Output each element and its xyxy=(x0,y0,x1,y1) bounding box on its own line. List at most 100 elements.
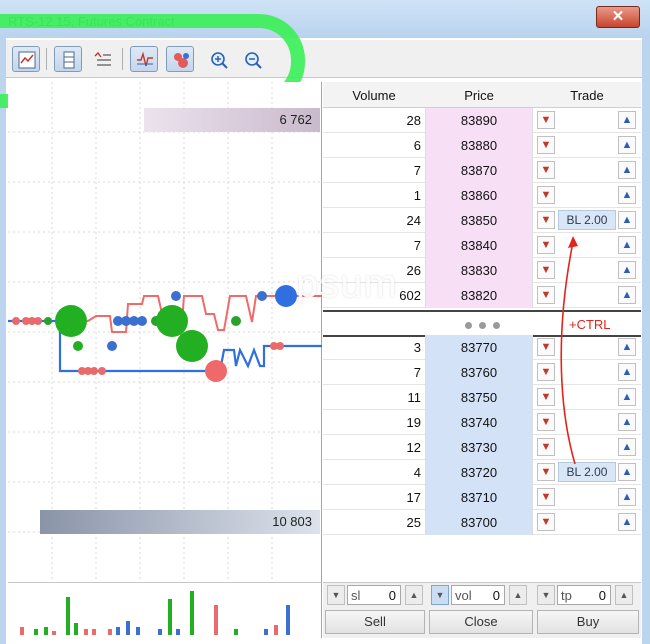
row-price[interactable]: 83730 xyxy=(425,435,533,460)
header-trade: Trade xyxy=(570,88,604,103)
bid-row: 11 83750 ▼ ▲ xyxy=(323,385,641,410)
spread-row: +CTRL xyxy=(323,310,641,337)
sell-at-price-button[interactable]: ▼ xyxy=(537,488,555,506)
tp-increase-button[interactable]: ▲ xyxy=(615,585,633,605)
row-volume: 7 xyxy=(413,163,421,178)
sell-at-price-button[interactable]: ▼ xyxy=(537,513,555,531)
buy-at-price-button[interactable]: ▲ xyxy=(618,413,636,431)
bid-row: 4 83720 ▼ BL 2.00 ▲ xyxy=(323,460,641,485)
ask-row: 7 83870 ▼ ▲ xyxy=(323,158,641,183)
drag-arrow xyxy=(560,236,578,465)
row-price[interactable]: 83890 xyxy=(425,108,533,133)
pending-order[interactable]: BL 2.00 xyxy=(558,210,616,230)
row-volume: 4 xyxy=(413,465,421,480)
buy-at-price-button[interactable]: ▲ xyxy=(618,338,636,356)
depth-header: Volume Price Trade xyxy=(323,82,641,108)
header-volume: Volume xyxy=(352,88,396,103)
row-price[interactable]: 83720 xyxy=(425,460,533,485)
close-button[interactable]: ✕ xyxy=(596,6,640,28)
buy-at-price-button[interactable]: ▲ xyxy=(618,488,636,506)
row-volume: 6 xyxy=(413,138,421,153)
ask-row: 6 83880 ▼ ▲ xyxy=(323,133,641,158)
row-price[interactable]: 83740 xyxy=(425,410,533,435)
buy-button[interactable]: Buy xyxy=(537,610,639,634)
row-price[interactable]: 83700 xyxy=(425,510,533,535)
sl-field[interactable]: sl 0 xyxy=(347,585,401,605)
spread-dot xyxy=(479,322,486,329)
tp-decrease-button[interactable]: ▼ xyxy=(537,585,555,605)
row-volume: 25 xyxy=(406,515,421,530)
buy-at-price-button[interactable]: ▲ xyxy=(618,463,636,481)
bid-row: 17 83710 ▼ ▲ xyxy=(323,485,641,510)
window-frame-left xyxy=(0,38,6,644)
row-price[interactable]: 83840 xyxy=(425,233,533,258)
row-volume: 11 xyxy=(407,390,422,405)
row-volume: 1 xyxy=(413,188,421,203)
sl-label: sl xyxy=(351,588,361,603)
sell-button[interactable]: Sell xyxy=(325,610,425,634)
tick-chart-pane: 6 762 10 803 xyxy=(8,82,322,582)
order-controls: ▼ sl 0 ▲ ▼ vol 0 ▲ ▼ tp 0 ▲ Sell Close B… xyxy=(323,582,641,638)
vol-field[interactable]: vol 0 xyxy=(451,585,505,605)
row-price[interactable]: 83760 xyxy=(425,360,533,385)
row-volume: 7 xyxy=(413,365,421,380)
spread-dot xyxy=(493,322,500,329)
buy-at-price-button[interactable]: ▲ xyxy=(618,438,636,456)
bid-row: 3 83770 ▼ ▲ xyxy=(323,335,641,360)
histogram-bars xyxy=(20,591,290,635)
depth-of-market: Volume Price Trade 28 83890 ▼ ▲ 6 83880 ▼ ▲ 7 838… xyxy=(323,82,641,582)
sl-increase-button[interactable]: ▲ xyxy=(405,585,423,605)
row-price[interactable]: 83850 xyxy=(425,208,533,233)
sell-at-price-button[interactable]: ▼ xyxy=(537,136,555,154)
window-frame-right xyxy=(642,38,650,644)
row-price[interactable]: 83820 xyxy=(425,283,533,308)
row-price[interactable]: 83880 xyxy=(425,133,533,158)
buy-at-price-button[interactable]: ▲ xyxy=(618,211,636,229)
volume-histogram-canvas xyxy=(20,591,290,635)
buy-at-price-button[interactable]: ▲ xyxy=(618,186,636,204)
bid-row: 25 83700 ▼ ▲ xyxy=(323,510,641,535)
spread-dot xyxy=(465,322,472,329)
sl-decrease-button[interactable]: ▼ xyxy=(327,585,345,605)
tick-chart-canvas xyxy=(8,82,322,582)
sell-at-price-button[interactable]: ▼ xyxy=(537,211,555,229)
buy-at-price-button[interactable]: ▲ xyxy=(618,136,636,154)
bid-row: 19 83740 ▼ ▲ xyxy=(323,410,641,435)
row-price[interactable]: 83830 xyxy=(425,258,533,283)
sell-at-price-button[interactable]: ▼ xyxy=(537,111,555,129)
buy-at-price-button[interactable]: ▲ xyxy=(618,286,636,304)
tp-label: tp xyxy=(561,588,572,603)
row-volume: 19 xyxy=(406,415,421,430)
bid-volume-label: 10 803 xyxy=(272,514,312,529)
row-price[interactable]: 83750 xyxy=(425,385,533,410)
watermark: psum xyxy=(296,262,398,306)
row-price[interactable]: 83870 xyxy=(425,158,533,183)
vol-increase-button[interactable]: ▲ xyxy=(509,585,527,605)
buy-at-price-button[interactable]: ▲ xyxy=(618,363,636,381)
buy-at-price-button[interactable]: ▲ xyxy=(618,261,636,279)
close-position-button[interactable]: Close xyxy=(429,610,533,634)
row-volume: 24 xyxy=(406,213,421,228)
row-price[interactable]: 83860 xyxy=(425,183,533,208)
sell-at-price-button[interactable]: ▼ xyxy=(537,161,555,179)
buy-at-price-button[interactable]: ▲ xyxy=(618,161,636,179)
row-volume: 17 xyxy=(406,490,421,505)
ask-row: 1 83860 ▼ ▲ xyxy=(323,183,641,208)
volume-histogram xyxy=(8,582,322,638)
row-price[interactable]: 83770 xyxy=(425,335,533,360)
bid-volume-bar: 10 803 xyxy=(40,510,320,534)
tp-spinner: ▼ tp 0 ▲ xyxy=(537,584,637,606)
vol-decrease-button[interactable]: ▼ xyxy=(431,585,449,605)
buy-at-price-button[interactable]: ▲ xyxy=(618,388,636,406)
header-price: Price xyxy=(464,88,494,103)
tp-field[interactable]: tp 0 xyxy=(557,585,611,605)
sell-at-price-button[interactable]: ▼ xyxy=(537,186,555,204)
ask-row: 24 83850 ▼ BL 2.00 ▲ xyxy=(323,208,641,233)
buy-at-price-button[interactable]: ▲ xyxy=(618,111,636,129)
buy-at-price-button[interactable]: ▲ xyxy=(618,513,636,531)
row-price[interactable]: 83710 xyxy=(425,485,533,510)
vol-spinner: ▼ vol 0 ▲ xyxy=(431,584,531,606)
ask-row: 7 83840 ▼ ▲ xyxy=(323,233,641,258)
buy-at-price-button[interactable]: ▲ xyxy=(618,236,636,254)
trade-bubbles xyxy=(12,285,297,382)
